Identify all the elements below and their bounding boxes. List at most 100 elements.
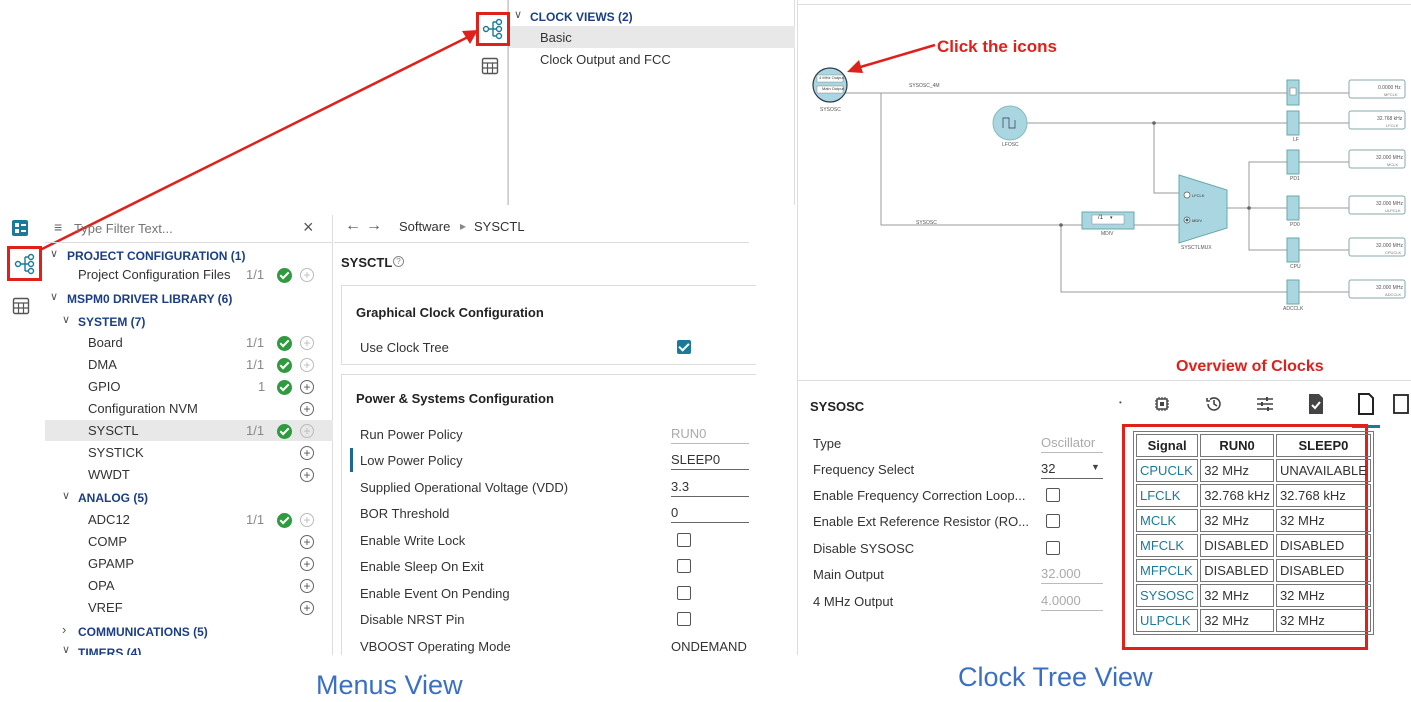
vdd-input[interactable]: 3.3 — [671, 479, 749, 497]
add-circle-icon[interactable]: + — [300, 402, 314, 416]
tree-item-dma[interactable]: DMA — [88, 357, 117, 372]
overview-annotation: Overview of Clocks — [1176, 358, 1324, 375]
add-circle-icon[interactable]: + — [300, 535, 314, 549]
filter-input[interactable] — [74, 218, 284, 238]
add-circle-icon[interactable]: + — [300, 336, 314, 350]
vboost-value[interactable]: ONDEMAND — [671, 639, 747, 654]
chevron-down-icon[interactable]: ∨ — [50, 290, 58, 303]
clear-filter-icon[interactable]: × — [303, 217, 314, 238]
table-cell: DISABLED — [1275, 559, 1371, 582]
use-clock-tree-checkbox[interactable] — [677, 340, 691, 354]
project-config-header[interactable]: PROJECT CONFIGURATION (1) — [67, 249, 245, 263]
signal-link[interactable]: MFPCLK — [1136, 559, 1199, 582]
gate-lf-label: LF — [1293, 137, 1299, 143]
chevron-down-icon[interactable]: ∨ — [50, 247, 58, 260]
chevron-left-icon[interactable]: • — [1119, 398, 1122, 407]
tree-item-vref[interactable]: VREF — [88, 600, 123, 615]
disable-nrst-checkbox[interactable] — [677, 612, 691, 626]
add-circle-icon[interactable]: + — [300, 424, 314, 438]
tree-item-gpamp[interactable]: GPAMP — [88, 556, 134, 571]
file-icon[interactable] — [1357, 393, 1375, 415]
back-arrow-icon[interactable]: ← — [345, 217, 361, 235]
rosc-checkbox[interactable] — [1046, 514, 1060, 528]
file-check-icon[interactable] — [1307, 393, 1325, 415]
mdiv-value[interactable]: /1 — [1098, 215, 1103, 221]
tree-item-wwdt[interactable]: WWDT — [88, 467, 130, 482]
sleep-on-exit-checkbox[interactable] — [677, 559, 691, 573]
chevron-right-icon[interactable]: › — [62, 622, 66, 637]
file-icon[interactable] — [1393, 394, 1409, 414]
main-output-label: Main Output — [813, 567, 884, 582]
clock-tree-view-caption: Clock Tree View — [958, 662, 1153, 692]
add-circle-icon[interactable]: + — [300, 358, 314, 372]
menus-view-caption: Menus View — [316, 670, 463, 700]
settings-sliders-icon[interactable] — [1255, 394, 1275, 414]
tree-item-systick[interactable]: SYSTICK — [88, 445, 144, 460]
filter-icon[interactable]: ≡ — [54, 219, 62, 235]
table-cell: 32 MHz — [1200, 609, 1274, 632]
table-cell: 32 MHz — [1275, 584, 1371, 607]
type-label: Type — [813, 436, 842, 451]
chevron-down-icon[interactable]: ∨ — [62, 643, 70, 655]
add-circle-icon[interactable]: + — [300, 468, 314, 482]
driver-library-header[interactable]: MSPM0 DRIVER LIBRARY (6) — [67, 292, 232, 306]
signal-link[interactable]: MFCLK — [1136, 534, 1199, 557]
bor-threshold-input[interactable]: 0 — [671, 505, 749, 523]
sysctlmux-label: SYSCTLMUX — [1181, 245, 1212, 251]
add-circle-icon[interactable]: + — [300, 446, 314, 460]
clock-view-fcc-label[interactable]: Clock Output and FCC — [540, 52, 671, 67]
tree-item-sysctl[interactable]: SYSCTL — [88, 423, 139, 438]
table-row: MCLK 32 MHz 32 MHz — [1136, 509, 1371, 532]
instance-count: 1/1 — [246, 423, 265, 438]
history-icon[interactable] — [1204, 394, 1224, 414]
write-lock-checkbox[interactable] — [677, 533, 691, 547]
low-power-policy-select[interactable]: SLEEP0 — [671, 452, 749, 470]
analog-header[interactable]: ANALOG (5) — [78, 491, 148, 505]
tree-item-configuration-nvm[interactable]: Configuration NVM — [88, 401, 198, 416]
communications-header[interactable]: COMMUNICATIONS (5) — [78, 625, 208, 639]
signal-link[interactable]: CPUCLK — [1136, 459, 1199, 482]
event-on-pending-checkbox[interactable] — [677, 586, 691, 600]
check-circle-icon — [277, 380, 292, 395]
timers-header[interactable]: TIMERS (4) — [78, 646, 141, 655]
table-cell: 32.768 kHz — [1275, 484, 1371, 507]
forward-arrow-icon[interactable]: → — [366, 217, 382, 235]
disable-sysosc-label: Disable SYSOSC — [813, 541, 915, 556]
mdiv-dropdown-icon[interactable]: ▾ — [1110, 215, 1113, 221]
fcl-checkbox[interactable] — [1046, 488, 1060, 502]
run-power-policy-value: RUN0 — [671, 426, 749, 444]
add-circle-icon[interactable]: + — [300, 513, 314, 527]
tree-item-gpio[interactable]: GPIO — [88, 379, 121, 394]
system-header[interactable]: SYSTEM (7) — [78, 315, 145, 329]
sysosc-4mhz-label: 4 MHz Output — [819, 75, 844, 80]
project-config-files[interactable]: Project Configuration Files — [78, 267, 230, 282]
chevron-down-icon[interactable]: ∨ — [62, 313, 70, 326]
dropdown-caret-icon[interactable]: ▼ — [1091, 462, 1100, 472]
tree-item-board[interactable]: Board — [88, 335, 123, 350]
breadcrumb-root[interactable]: Software — [399, 219, 450, 234]
calculator-icon[interactable] — [12, 297, 30, 315]
breadcrumb-divider — [334, 242, 749, 243]
wire-sysosc-4m-label: SYSOSC_4M — [909, 83, 940, 89]
tree-item-opa[interactable]: OPA — [88, 578, 115, 593]
signal-link[interactable]: SYSOSC — [1136, 584, 1199, 607]
check-circle-icon — [277, 268, 292, 283]
help-icon[interactable]: ? — [393, 256, 404, 267]
signal-link[interactable]: LFCLK — [1136, 484, 1199, 507]
chevron-down-icon[interactable]: ∨ — [62, 489, 70, 502]
tree-item-comp[interactable]: COMP — [88, 534, 127, 549]
clock-tree-diagram — [812, 43, 1406, 305]
signal-link[interactable]: ULPCLK — [1136, 609, 1199, 632]
graphical-section-title: Graphical Clock Configuration — [356, 305, 544, 320]
table-cell: 32 MHz — [1200, 459, 1274, 482]
add-circle-icon[interactable]: + — [300, 268, 314, 282]
chip-icon[interactable] — [1153, 395, 1171, 413]
add-circle-icon[interactable]: + — [300, 579, 314, 593]
add-circle-icon[interactable]: + — [300, 380, 314, 394]
add-circle-icon[interactable]: + — [300, 601, 314, 615]
add-circle-icon[interactable]: + — [300, 557, 314, 571]
clock-views-header[interactable]: CLOCK VIEWS (2) — [530, 10, 633, 24]
tree-item-adc12[interactable]: ADC12 — [88, 512, 130, 527]
signal-link[interactable]: MCLK — [1136, 509, 1199, 532]
disable-sysosc-checkbox[interactable] — [1046, 541, 1060, 555]
